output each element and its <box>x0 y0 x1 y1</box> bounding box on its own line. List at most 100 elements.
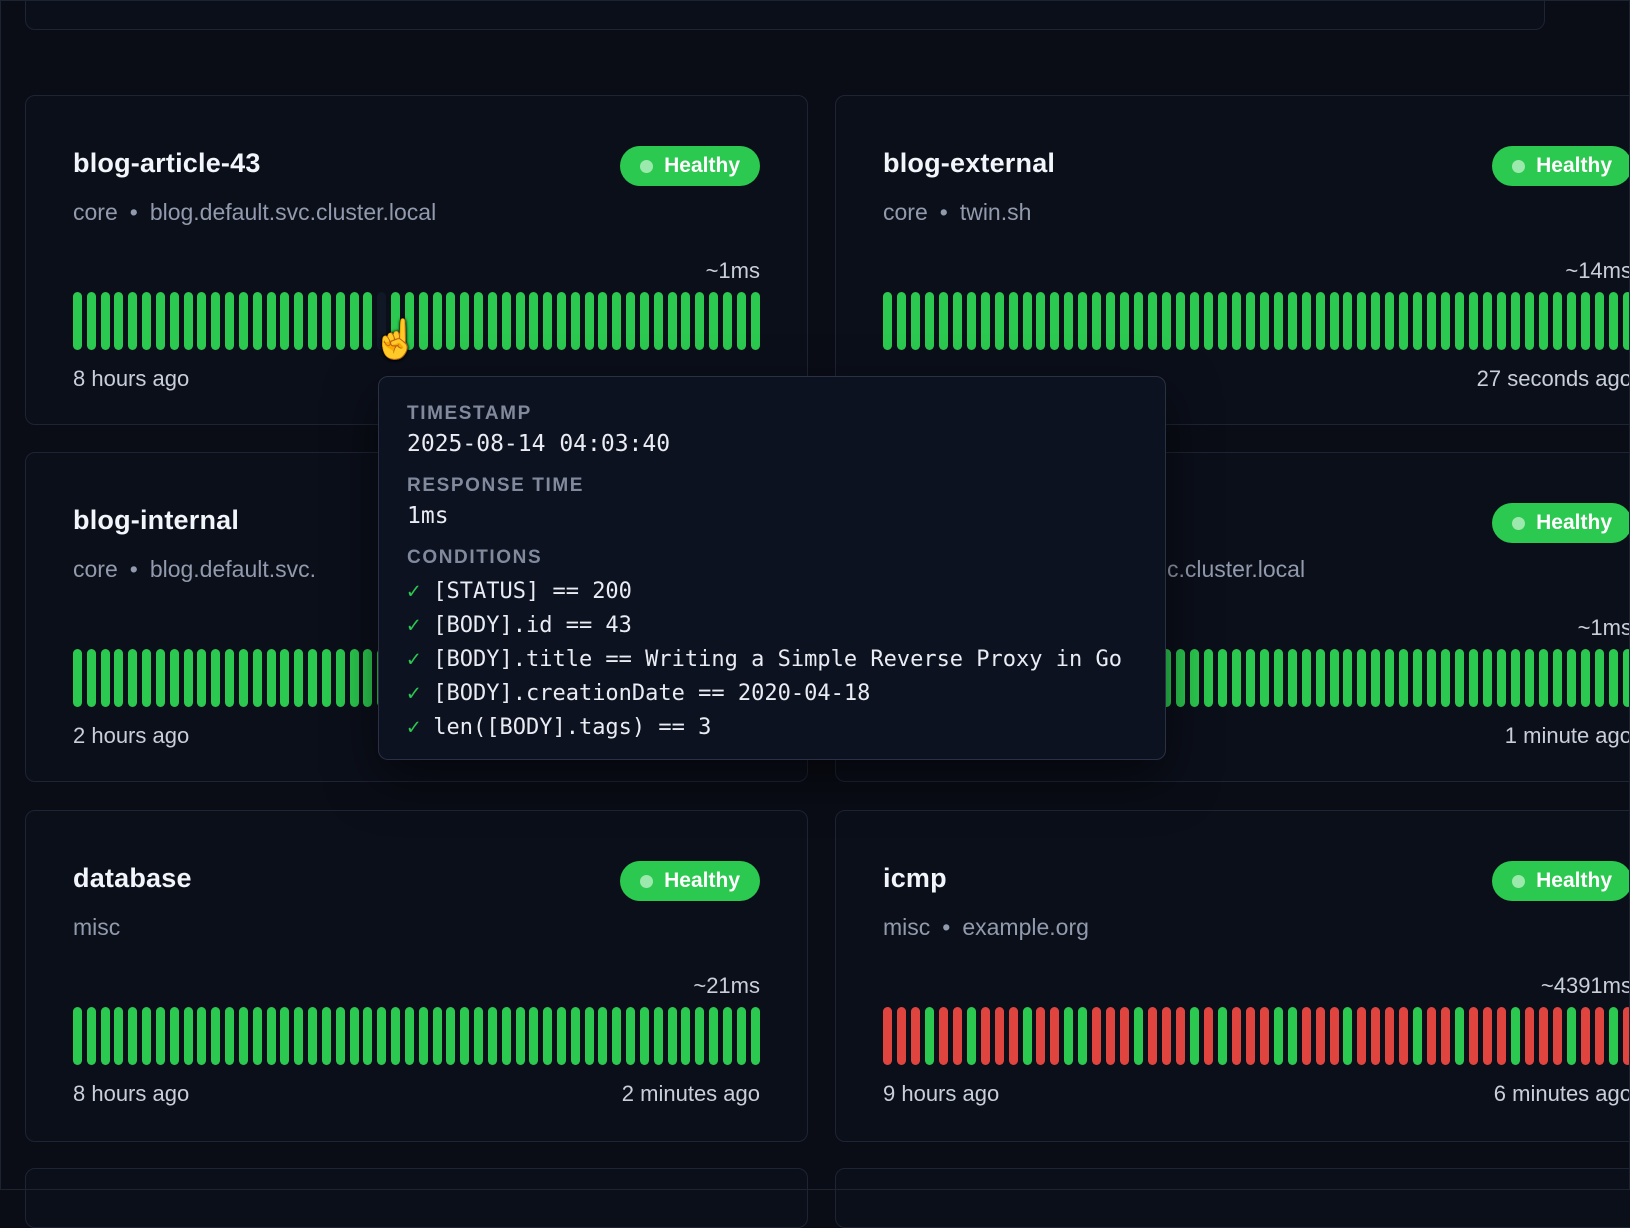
health-bar[interactable] <box>253 292 262 350</box>
health-bar[interactable] <box>267 292 276 350</box>
health-bar[interactable] <box>939 1007 948 1065</box>
health-bar[interactable] <box>1162 292 1171 350</box>
health-bar[interactable] <box>1330 649 1339 707</box>
health-bar[interactable] <box>1343 649 1352 707</box>
health-bar[interactable] <box>1330 292 1339 350</box>
health-bar[interactable] <box>1302 649 1311 707</box>
health-bar[interactable] <box>1483 292 1492 350</box>
health-bar[interactable] <box>267 1007 276 1065</box>
health-bar[interactable] <box>1455 292 1464 350</box>
health-bar[interactable] <box>197 649 206 707</box>
health-bar[interactable] <box>516 1007 525 1065</box>
health-bar[interactable] <box>585 292 594 350</box>
health-bar[interactable] <box>1120 292 1129 350</box>
health-bar[interactable] <box>1204 649 1213 707</box>
health-bar[interactable] <box>995 1007 1004 1065</box>
health-bar[interactable] <box>446 292 455 350</box>
health-bar[interactable] <box>170 292 179 350</box>
health-bar[interactable] <box>995 292 1004 350</box>
health-bar[interactable] <box>1469 292 1478 350</box>
health-bar[interactable] <box>211 292 220 350</box>
health-bar[interactable] <box>529 1007 538 1065</box>
health-bar[interactable] <box>474 292 483 350</box>
health-bar[interactable] <box>1399 1007 1408 1065</box>
health-bar[interactable] <box>1483 1007 1492 1065</box>
health-bar[interactable] <box>1120 1007 1129 1065</box>
health-bar[interactable] <box>1539 649 1548 707</box>
health-bar[interactable] <box>967 292 976 350</box>
health-bar[interactable] <box>239 292 248 350</box>
health-bar[interactable] <box>1050 292 1059 350</box>
health-bar[interactable] <box>1343 292 1352 350</box>
health-bar[interactable] <box>308 1007 317 1065</box>
health-bar[interactable] <box>502 292 511 350</box>
health-bar[interactable] <box>350 1007 359 1065</box>
health-bar[interactable] <box>405 1007 414 1065</box>
health-bar[interactable] <box>571 1007 580 1065</box>
health-bar[interactable] <box>1218 292 1227 350</box>
health-bar[interactable] <box>1190 1007 1199 1065</box>
health-bar[interactable] <box>1274 292 1283 350</box>
health-bar[interactable] <box>336 1007 345 1065</box>
health-bar[interactable] <box>1092 1007 1101 1065</box>
health-bar[interactable] <box>1567 649 1576 707</box>
health-bar[interactable] <box>1623 649 1630 707</box>
health-bar[interactable] <box>626 1007 635 1065</box>
health-bar[interactable] <box>695 1007 704 1065</box>
health-bar[interactable] <box>925 1007 934 1065</box>
health-bar[interactable] <box>1483 649 1492 707</box>
health-bar[interactable] <box>571 292 580 350</box>
health-bar[interactable] <box>488 1007 497 1065</box>
health-bar[interactable] <box>1009 292 1018 350</box>
health-bar[interactable] <box>142 649 151 707</box>
health-bar[interactable] <box>1092 292 1101 350</box>
health-bar[interactable] <box>419 1007 428 1065</box>
health-bar[interactable] <box>1525 649 1534 707</box>
health-bar[interactable] <box>239 1007 248 1065</box>
health-bar[interactable] <box>197 292 206 350</box>
health-bar[interactable] <box>1371 1007 1380 1065</box>
health-bar[interactable] <box>73 649 82 707</box>
health-bar[interactable] <box>1441 292 1450 350</box>
health-bar[interactable] <box>170 1007 179 1065</box>
health-bar[interactable] <box>294 1007 303 1065</box>
health-bar[interactable] <box>1427 292 1436 350</box>
health-bar[interactable] <box>156 649 165 707</box>
health-bar[interactable] <box>1371 649 1380 707</box>
health-bar[interactable] <box>543 1007 552 1065</box>
health-bar[interactable] <box>967 1007 976 1065</box>
health-bar[interactable] <box>1106 1007 1115 1065</box>
health-bar[interactable] <box>350 649 359 707</box>
health-bar[interactable] <box>280 649 289 707</box>
health-bar[interactable] <box>1232 1007 1241 1065</box>
health-bar[interactable] <box>1023 292 1032 350</box>
health-bar[interactable] <box>1176 649 1185 707</box>
health-bar[interactable] <box>1260 649 1269 707</box>
health-bar[interactable] <box>391 1007 400 1065</box>
health-bar[interactable] <box>709 1007 718 1065</box>
endpoint-card-database[interactable]: database Healthy misc ~21ms 8 hours ago … <box>25 810 808 1142</box>
endpoint-card-icmp[interactable]: icmp Healthy misc • example.org ~4391ms … <box>835 810 1630 1142</box>
health-bar[interactable] <box>225 1007 234 1065</box>
health-bar[interactable] <box>709 292 718 350</box>
health-bar[interactable] <box>1204 1007 1213 1065</box>
health-bar[interactable] <box>883 1007 892 1065</box>
health-bar[interactable] <box>460 1007 469 1065</box>
health-bar[interactable] <box>1357 649 1366 707</box>
health-bar[interactable] <box>128 649 137 707</box>
health-bar[interactable] <box>1469 649 1478 707</box>
health-bar[interactable] <box>1553 1007 1562 1065</box>
health-bar[interactable] <box>1232 292 1241 350</box>
health-bar[interactable] <box>73 1007 82 1065</box>
health-bar[interactable] <box>1316 1007 1325 1065</box>
health-bar[interactable] <box>1567 1007 1576 1065</box>
health-bar[interactable] <box>626 292 635 350</box>
health-bar[interactable] <box>184 1007 193 1065</box>
health-bar[interactable] <box>681 1007 690 1065</box>
health-bar[interactable] <box>322 649 331 707</box>
health-bar[interactable] <box>1413 1007 1422 1065</box>
health-bar[interactable] <box>612 292 621 350</box>
health-bar[interactable] <box>1246 292 1255 350</box>
health-bar[interactable] <box>1064 1007 1073 1065</box>
health-bar[interactable] <box>1413 292 1422 350</box>
